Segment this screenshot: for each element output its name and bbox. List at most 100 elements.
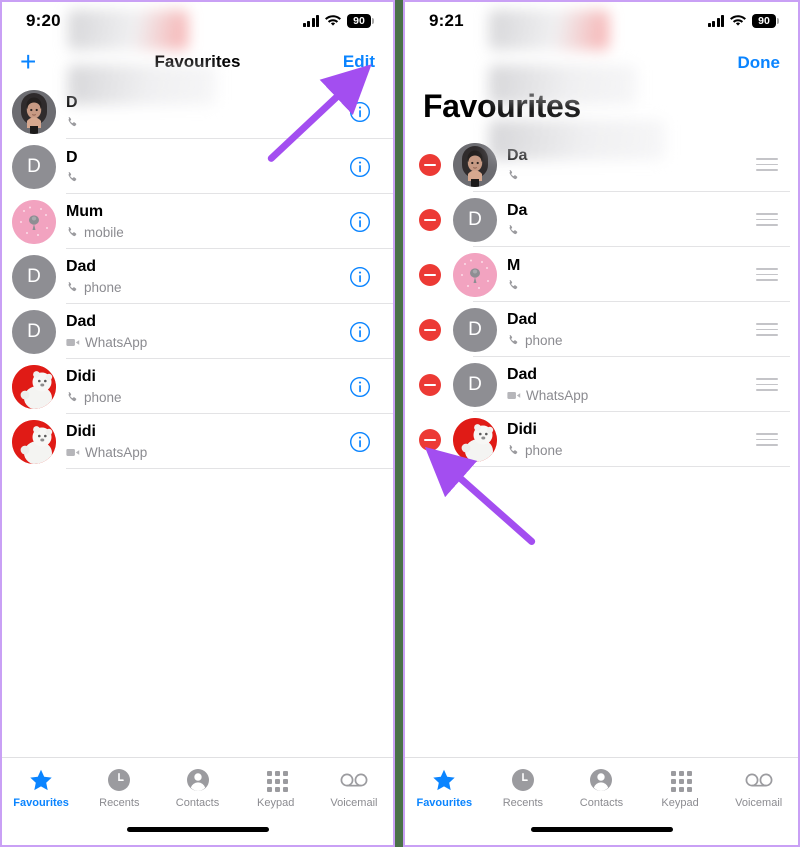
favourite-row[interactable]: Didi WhatsApp: [2, 414, 393, 469]
info-circle-icon[interactable]: [349, 211, 371, 233]
left-phone-screenshot: 9:20 90 + Favourites Edit D D D Mum mobile D D…: [0, 0, 395, 847]
person-icon: [186, 767, 210, 793]
row-separator: [473, 466, 790, 467]
favourite-row[interactable]: Didi phone: [405, 412, 798, 467]
reorder-handle-icon[interactable]: [756, 268, 778, 281]
clock-icon: [107, 767, 131, 793]
tab-label: Keypad: [257, 797, 295, 809]
mum-avatar-image: [453, 252, 497, 297]
battery-icon: 90: [347, 14, 374, 28]
favourite-row[interactable]: D Dad WhatsApp: [405, 357, 798, 412]
done-button[interactable]: Done: [738, 53, 781, 73]
reorder-handle-icon[interactable]: [756, 213, 778, 226]
contact-name: Dad: [66, 258, 96, 276]
avatar-initial: D: [27, 320, 41, 342]
polar-bear-avatar-image: [453, 417, 497, 462]
edit-button[interactable]: Edit: [343, 52, 375, 72]
contact-label: [507, 224, 756, 237]
row-text: Didi phone: [507, 421, 756, 457]
tab-voicemail[interactable]: Voicemail: [719, 767, 798, 809]
keypad-icon: [671, 771, 693, 792]
video-camera-icon: [66, 338, 80, 346]
tab-contacts[interactable]: Contacts: [158, 767, 236, 809]
avatar-initial: D: [468, 208, 482, 230]
voicemail-icon: [340, 773, 368, 787]
info-circle-icon[interactable]: [349, 376, 371, 398]
favourite-row[interactable]: Mum mobile: [2, 194, 393, 249]
reorder-handle-icon[interactable]: [756, 378, 778, 391]
contact-label-text: phone: [525, 332, 563, 348]
polar-bear-avatar-image: [12, 364, 56, 409]
avatar: [12, 199, 56, 244]
favourite-row[interactable]: DD: [2, 139, 393, 194]
remove-minus-icon[interactable]: [419, 318, 441, 341]
favourite-row[interactable]: D Dad phone: [405, 302, 798, 357]
reorder-handle-icon[interactable]: [756, 158, 778, 171]
phone-icon: [509, 444, 518, 454]
contact-name: Mum: [66, 203, 104, 221]
info-circle-icon[interactable]: [349, 266, 371, 288]
remove-minus-icon[interactable]: [419, 263, 441, 286]
row-text: Didi phone: [66, 368, 349, 404]
clock-icon: [511, 769, 534, 791]
tab-recents[interactable]: Recents: [80, 767, 158, 809]
favourites-list-edit-mode: Da D Da M D Dad phone D Dad WhatsApp Didi phone: [405, 10, 798, 467]
home-indicator: [126, 826, 269, 832]
phone-icon: [68, 281, 77, 291]
reorder-handle-icon[interactable]: [756, 433, 778, 446]
navigation-bar: Done: [405, 40, 798, 86]
info-circle-icon: [349, 156, 371, 177]
favourite-row[interactable]: Da: [405, 137, 798, 192]
tab-label: Contacts: [175, 797, 220, 809]
info-circle-icon[interactable]: [349, 101, 371, 123]
favourite-row[interactable]: D Da: [405, 192, 798, 247]
remove-minus-icon[interactable]: [419, 208, 441, 231]
info-circle-icon: [349, 321, 371, 342]
tab-contacts[interactable]: Contacts: [562, 767, 641, 809]
info-circle-icon[interactable]: [349, 156, 371, 178]
status-icons: 90: [707, 14, 779, 28]
contact-label-text: WhatsApp: [85, 444, 148, 460]
remove-minus-icon[interactable]: [419, 153, 441, 176]
tab-keypad[interactable]: Keypad: [237, 767, 315, 809]
favourites-list: D D D Mum mobile D Dad phone D Dad WhatsApp Didi pho…: [2, 10, 393, 469]
contact-label: phone: [66, 390, 349, 405]
favourite-row[interactable]: M: [405, 247, 798, 302]
plus-icon[interactable]: +: [20, 48, 50, 76]
row-text: Da: [507, 202, 756, 236]
contact-label: [507, 169, 756, 182]
right-phone-screenshot: 9:21 90 Done Favourites Da D Da M D Dad phone D…: [403, 0, 800, 847]
contact-label-text: WhatsApp: [526, 387, 589, 403]
person-icon: [186, 769, 209, 791]
contact-label: mobile: [66, 225, 349, 240]
phone-icon: [509, 279, 518, 289]
tab-favourites[interactable]: Favourites: [405, 767, 484, 809]
page-title: Favourites: [154, 52, 241, 71]
status-bar: 9:20 90: [2, 2, 393, 40]
favourite-row[interactable]: D Dad phone: [2, 249, 393, 304]
tab-recents[interactable]: Recents: [484, 767, 563, 809]
favourite-row[interactable]: Didi phone: [2, 359, 393, 414]
favourite-row[interactable]: D: [2, 84, 393, 139]
remove-minus-icon[interactable]: [419, 428, 441, 451]
row-text: D: [66, 94, 349, 128]
remove-minus-icon[interactable]: [419, 373, 441, 396]
info-circle-icon[interactable]: [349, 431, 371, 453]
phone-icon: [509, 334, 518, 344]
video-camera-icon: [66, 448, 80, 456]
row-text: Didi WhatsApp: [66, 423, 349, 459]
tab-keypad[interactable]: Keypad: [641, 767, 720, 809]
info-circle-icon[interactable]: [349, 321, 371, 343]
tab-label: Voicemail: [330, 797, 378, 809]
reorder-handle-icon[interactable]: [756, 323, 778, 336]
avatar: [453, 417, 497, 462]
row-separator: [66, 468, 393, 469]
contact-label: phone: [66, 280, 349, 295]
favourite-row[interactable]: D Dad WhatsApp: [2, 304, 393, 359]
tab-voicemail[interactable]: Voicemail: [315, 767, 393, 809]
contact-name: Dad: [507, 366, 537, 384]
status-time: 9:21: [429, 11, 464, 30]
tab-favourites[interactable]: Favourites: [2, 767, 80, 809]
info-circle-icon: [349, 101, 371, 122]
star-icon: [432, 767, 456, 793]
